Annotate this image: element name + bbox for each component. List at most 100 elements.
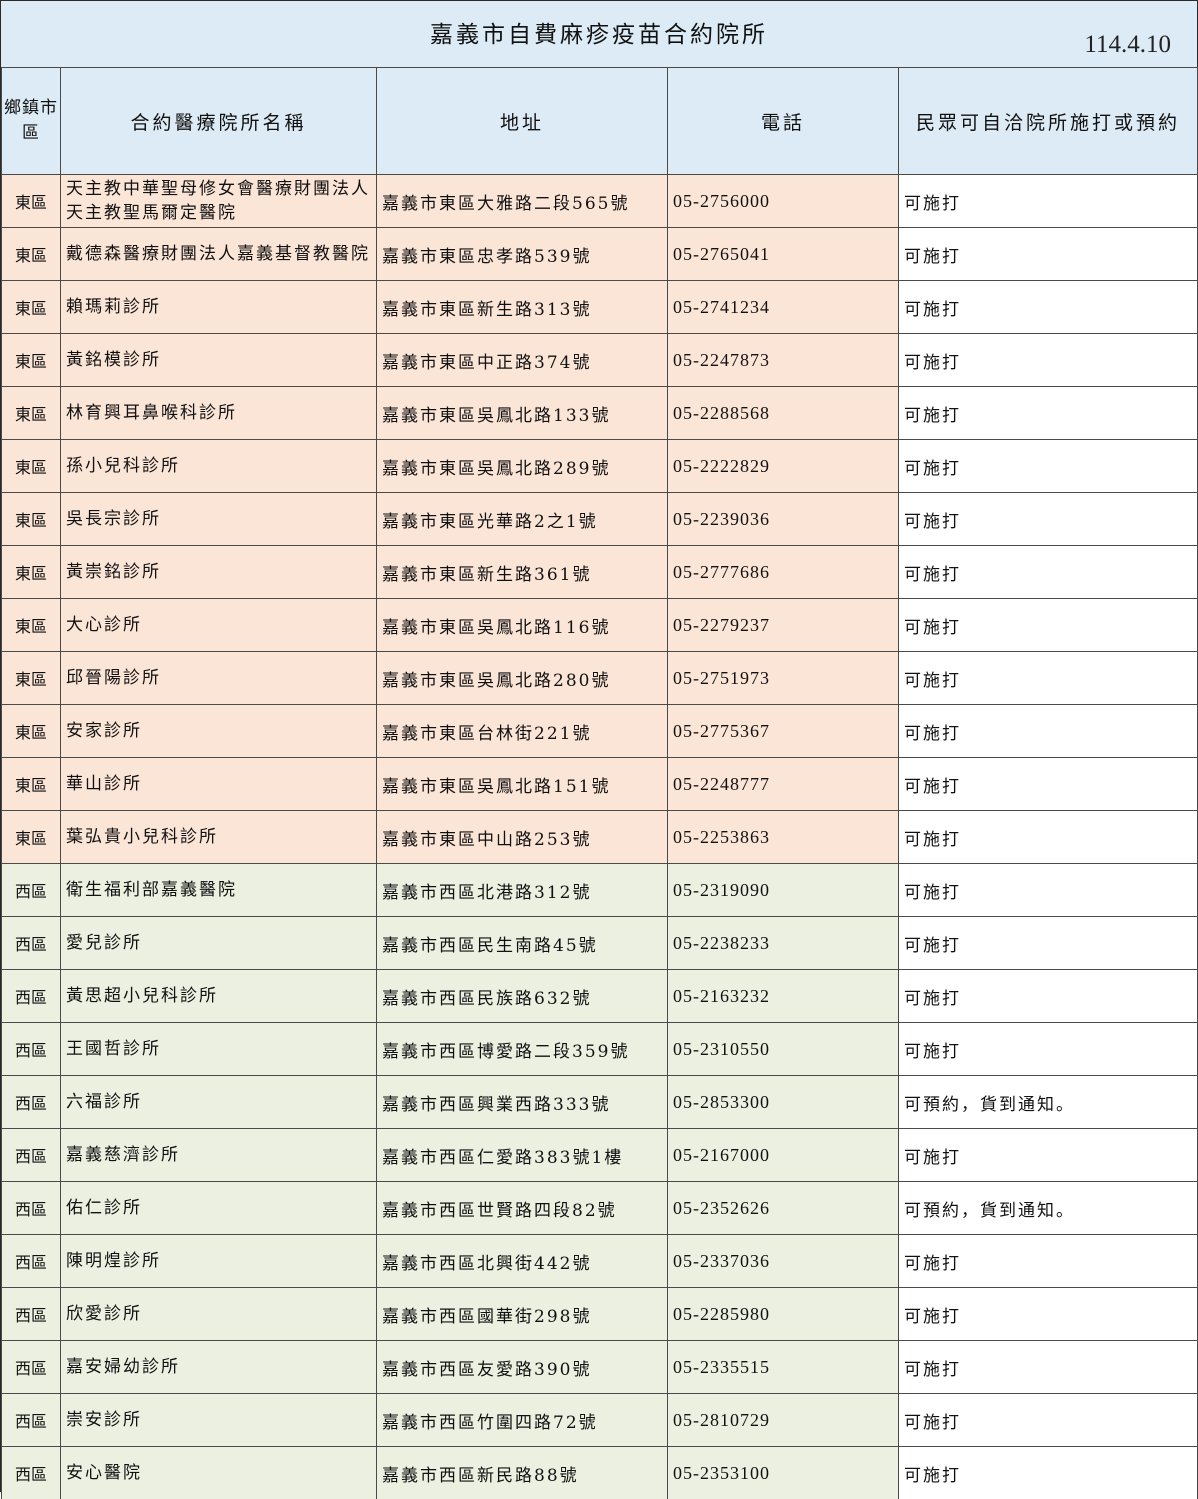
table-row: 東區安家診所嘉義市東區台林街221號05-2775367可施打 [2, 705, 1198, 758]
cell-clinic-name: 欣愛診所 [61, 1288, 377, 1341]
cell-district: 西區 [2, 917, 61, 970]
table-row: 西區黃思超小兒科診所嘉義市西區民族路632號05-2163232可施打 [2, 970, 1198, 1023]
cell-district: 西區 [2, 864, 61, 917]
cell-phone: 05-2765041 [668, 228, 899, 281]
table-row: 西區嘉安婦幼診所嘉義市西區友愛路390號05-2335515可施打 [2, 1341, 1198, 1394]
cell-phone: 05-2335515 [668, 1341, 899, 1394]
cell-district: 西區 [2, 1182, 61, 1235]
cell-phone: 05-2279237 [668, 599, 899, 652]
column-header-district: 鄉鎮市區 [2, 68, 61, 175]
cell-address: 嘉義市東區吳鳳北路116號 [377, 599, 668, 652]
cell-clinic-name: 愛兒診所 [61, 917, 377, 970]
clinic-table: 鄉鎮市區 合約醫療院所名稱 地址 電話 民眾可自洽院所施打或預約 東區天主教中華… [1, 67, 1198, 1499]
cell-clinic-name: 安家診所 [61, 705, 377, 758]
cell-address: 嘉義市東區中山路253號 [377, 811, 668, 864]
cell-clinic-name: 戴德森醫療財團法人嘉義基督教醫院 [61, 228, 377, 281]
cell-district: 西區 [2, 1023, 61, 1076]
cell-clinic-name: 崇安診所 [61, 1394, 377, 1447]
cell-clinic-name: 佑仁診所 [61, 1182, 377, 1235]
cell-district: 西區 [2, 1394, 61, 1447]
cell-note: 可施打 [899, 758, 1198, 811]
cell-district: 東區 [2, 599, 61, 652]
cell-note: 可施打 [899, 1235, 1198, 1288]
cell-phone: 05-2248777 [668, 758, 899, 811]
cell-district: 東區 [2, 387, 61, 440]
cell-address: 嘉義市東區台林街221號 [377, 705, 668, 758]
cell-address: 嘉義市東區吳鳳北路151號 [377, 758, 668, 811]
cell-clinic-name: 華山診所 [61, 758, 377, 811]
cell-clinic-name: 嘉義慈濟診所 [61, 1129, 377, 1182]
cell-phone: 05-2222829 [668, 440, 899, 493]
cell-district: 東區 [2, 811, 61, 864]
cell-clinic-name: 賴瑪莉診所 [61, 281, 377, 334]
cell-phone: 05-2167000 [668, 1129, 899, 1182]
column-header-name: 合約醫療院所名稱 [61, 68, 377, 175]
cell-phone: 05-2751973 [668, 652, 899, 705]
cell-phone: 05-2353100 [668, 1447, 899, 1499]
cell-address: 嘉義市東區光華路2之1號 [377, 493, 668, 546]
cell-phone: 05-2253863 [668, 811, 899, 864]
cell-address: 嘉義市西區竹圍四路72號 [377, 1394, 668, 1447]
cell-district: 西區 [2, 1129, 61, 1182]
table-row: 東區大心診所嘉義市東區吳鳳北路116號05-2279237可施打 [2, 599, 1198, 652]
table-row: 東區吳長宗診所嘉義市東區光華路2之1號05-2239036可施打 [2, 493, 1198, 546]
cell-address: 嘉義市東區忠孝路539號 [377, 228, 668, 281]
cell-address: 嘉義市西區友愛路390號 [377, 1341, 668, 1394]
title-bar: 嘉義市自費麻疹疫苗合約院所 114.4.10 [1, 1, 1197, 68]
cell-phone: 05-2741234 [668, 281, 899, 334]
table-row: 東區黃銘模診所嘉義市東區中正路374號05-2247873可施打 [2, 334, 1198, 387]
cell-note: 可施打 [899, 493, 1198, 546]
cell-district: 東區 [2, 705, 61, 758]
cell-address: 嘉義市西區仁愛路383號1樓 [377, 1129, 668, 1182]
cell-district: 東區 [2, 758, 61, 811]
cell-district: 東區 [2, 440, 61, 493]
table-row: 西區崇安診所嘉義市西區竹圍四路72號05-2810729可施打 [2, 1394, 1198, 1447]
column-header-note: 民眾可自洽院所施打或預約 [899, 68, 1198, 175]
table-row: 西區愛兒診所嘉義市西區民生南路45號05-2238233可施打 [2, 917, 1198, 970]
cell-note: 可施打 [899, 1394, 1198, 1447]
cell-note: 可施打 [899, 1288, 1198, 1341]
column-header-phone: 電話 [668, 68, 899, 175]
cell-phone: 05-2247873 [668, 334, 899, 387]
cell-note: 可施打 [899, 917, 1198, 970]
table-row: 東區葉弘貴小兒科診所嘉義市東區中山路253號05-2253863可施打 [2, 811, 1198, 864]
cell-phone: 05-2777686 [668, 546, 899, 599]
table-row: 東區天主教中華聖母修女會醫療財團法人天主教聖馬爾定醫院嘉義市東區大雅路二段565… [2, 175, 1198, 228]
table-row: 東區戴德森醫療財團法人嘉義基督教醫院嘉義市東區忠孝路539號05-2765041… [2, 228, 1198, 281]
cell-clinic-name: 陳明煌診所 [61, 1235, 377, 1288]
cell-phone: 05-2319090 [668, 864, 899, 917]
cell-note: 可施打 [899, 1447, 1198, 1499]
cell-address: 嘉義市西區北港路312號 [377, 864, 668, 917]
cell-district: 東區 [2, 546, 61, 599]
cell-clinic-name: 葉弘貴小兒科診所 [61, 811, 377, 864]
cell-clinic-name: 林育興耳鼻喉科診所 [61, 387, 377, 440]
cell-address: 嘉義市東區大雅路二段565號 [377, 175, 668, 228]
table-row: 西區陳明煌診所嘉義市西區北興街442號05-2337036可施打 [2, 1235, 1198, 1288]
cell-district: 西區 [2, 1447, 61, 1499]
cell-clinic-name: 衛生福利部嘉義醫院 [61, 864, 377, 917]
cell-clinic-name: 嘉安婦幼診所 [61, 1341, 377, 1394]
cell-phone: 05-2756000 [668, 175, 899, 228]
cell-phone: 05-2310550 [668, 1023, 899, 1076]
cell-note: 可施打 [899, 864, 1198, 917]
table-row: 西區安心醫院嘉義市西區新民路88號05-2353100可施打 [2, 1447, 1198, 1499]
table-row: 西區欣愛診所嘉義市西區國華街298號05-2285980可施打 [2, 1288, 1198, 1341]
cell-address: 嘉義市西區興業西路333號 [377, 1076, 668, 1129]
table-row: 東區邱晉陽診所嘉義市東區吳鳳北路280號05-2751973可施打 [2, 652, 1198, 705]
table-body: 東區天主教中華聖母修女會醫療財團法人天主教聖馬爾定醫院嘉義市東區大雅路二段565… [2, 175, 1198, 1499]
cell-clinic-name: 黃思超小兒科診所 [61, 970, 377, 1023]
cell-clinic-name: 黃崇銘診所 [61, 546, 377, 599]
cell-address: 嘉義市東區新生路313號 [377, 281, 668, 334]
cell-phone: 05-2337036 [668, 1235, 899, 1288]
cell-clinic-name: 王國哲診所 [61, 1023, 377, 1076]
table-header-row: 鄉鎮市區 合約醫療院所名稱 地址 電話 民眾可自洽院所施打或預約 [2, 68, 1198, 175]
cell-note: 可施打 [899, 652, 1198, 705]
cell-address: 嘉義市東區吳鳳北路289號 [377, 440, 668, 493]
cell-phone: 05-2352626 [668, 1182, 899, 1235]
cell-phone: 05-2238233 [668, 917, 899, 970]
table-row: 東區孫小兒科診所嘉義市東區吳鳳北路289號05-2222829可施打 [2, 440, 1198, 493]
cell-phone: 05-2810729 [668, 1394, 899, 1447]
cell-clinic-name: 大心診所 [61, 599, 377, 652]
vaccine-clinic-sheet: 嘉義市自費麻疹疫苗合約院所 114.4.10 鄉鎮市區 合約醫療院所名稱 地址 … [0, 0, 1198, 1492]
cell-address: 嘉義市東區中正路374號 [377, 334, 668, 387]
